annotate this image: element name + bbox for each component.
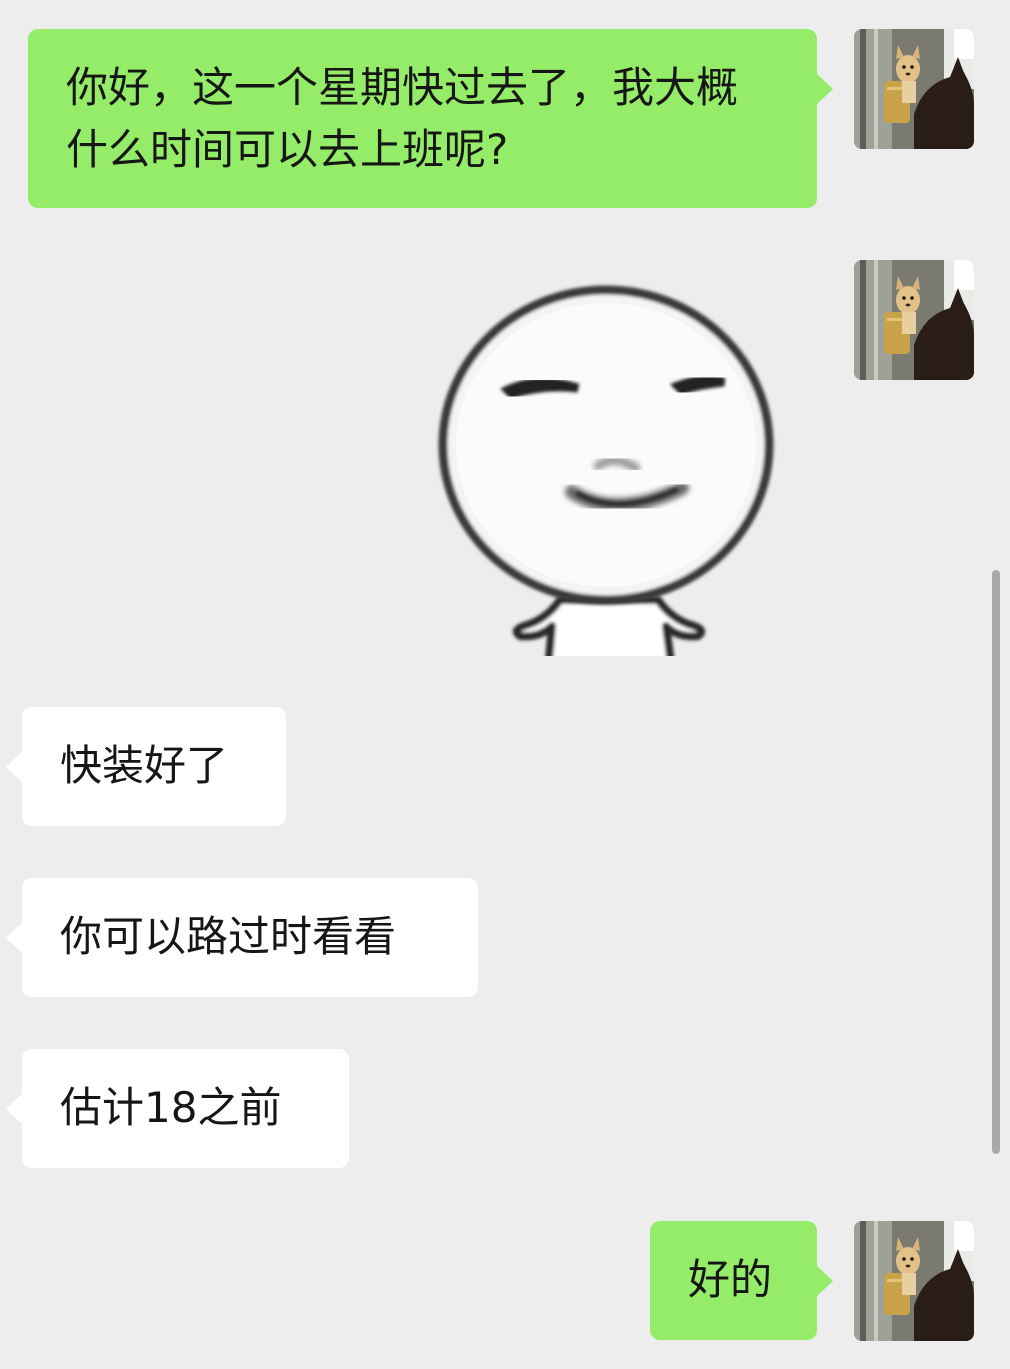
message-text: 快装好了 — [60, 741, 229, 790]
my-avatar[interactable] — [854, 260, 974, 380]
smirking-face-sticker[interactable] — [420, 270, 790, 658]
my-avatar[interactable] — [854, 1221, 974, 1341]
scrollbar[interactable] — [992, 570, 1000, 1154]
message-text: 你好，这一个星期快过去了，我大概什么时间可以去上班呢? — [66, 63, 739, 174]
my-avatar[interactable] — [854, 29, 974, 149]
message-text: 你可以路过时看看 — [60, 912, 397, 961]
their-message-bubble[interactable]: 估计18之前 — [6, 1049, 349, 1168]
their-message-bubble[interactable]: 快装好了 — [6, 707, 286, 826]
my-message-bubble[interactable]: 好的 — [650, 1221, 833, 1340]
message-text: 好的 — [688, 1255, 773, 1304]
their-message-bubble[interactable]: 你可以路过时看看 — [6, 878, 478, 997]
message-text: 估计18之前 — [60, 1083, 282, 1132]
my-message-bubble[interactable]: 你好，这一个星期快过去了，我大概什么时间可以去上班呢? — [28, 29, 833, 208]
